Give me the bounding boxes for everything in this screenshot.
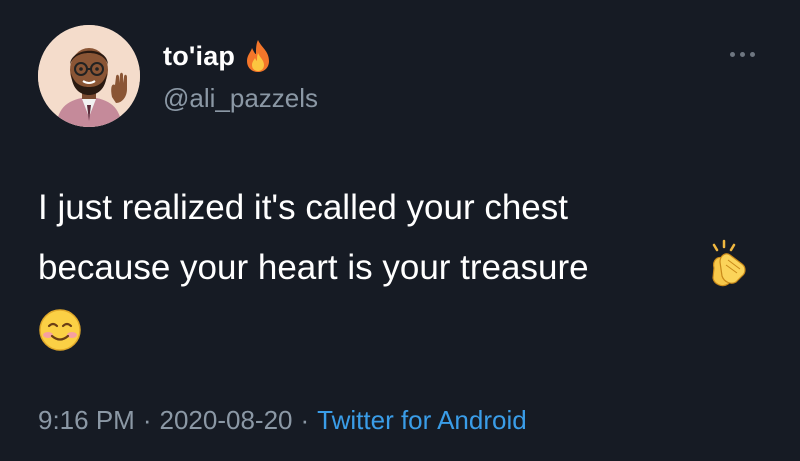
tweet-text-line-2: because your heart is your treasure	[38, 248, 589, 287]
tweet-source-link[interactable]: Twitter for Android	[317, 405, 527, 435]
avatar[interactable]	[38, 25, 140, 127]
fire-icon	[243, 39, 273, 73]
tweet-metadata: 9:16 PM · 2020-08-20 · Twitter for Android	[38, 405, 527, 436]
more-dot-icon	[749, 51, 755, 57]
more-options-button[interactable]	[722, 44, 762, 64]
meta-separator: ·	[142, 405, 152, 435]
more-dot-icon	[739, 51, 745, 57]
tweet-date: 2020-08-20	[159, 405, 293, 435]
user-handle[interactable]: @ali_pazzels	[163, 83, 318, 114]
tweet-text: I just realized it's called your chest b…	[38, 178, 768, 298]
memoji-avatar-icon	[38, 25, 140, 127]
more-dot-icon	[729, 51, 735, 57]
tweet-text-line-1: I just realized it's called your chest	[38, 188, 568, 227]
display-name[interactable]: to'iap	[163, 41, 235, 72]
tweet-time: 9:16 PM	[38, 405, 135, 435]
clapping-hands-icon	[704, 238, 750, 288]
name-row: to'iap	[163, 38, 273, 74]
meta-separator: ·	[300, 405, 310, 435]
tweet-card: to'iap @ali_pazzels I just realized it's…	[0, 0, 800, 461]
smiling-face-icon	[38, 308, 82, 352]
